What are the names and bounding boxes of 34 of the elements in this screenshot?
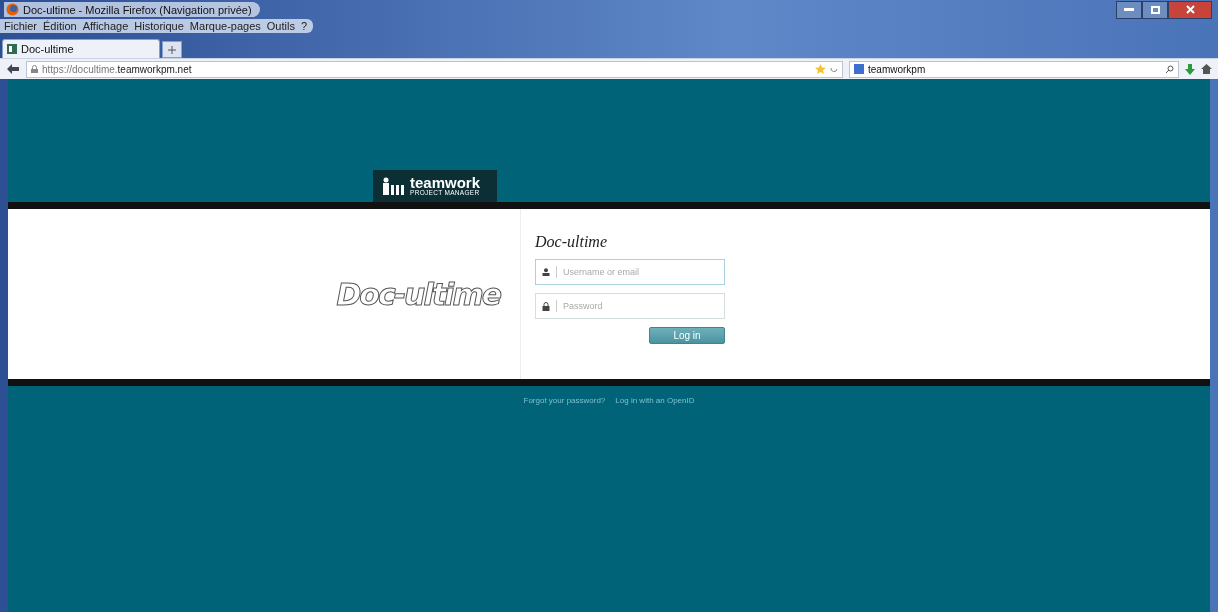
plus-icon [168,45,176,54]
address-field[interactable]: https://docultime.teamworkpm.net [26,60,843,78]
download-arrow-icon[interactable] [1185,63,1195,75]
close-button[interactable] [1168,0,1212,19]
menu-item[interactable]: Outils [266,20,295,32]
home-icon[interactable] [1201,64,1212,74]
search-icon[interactable] [1165,64,1174,74]
maximize-icon [1150,5,1160,14]
tab-label: Doc-ultime [21,43,74,55]
close-icon [1185,5,1195,14]
search-engine-icon [854,64,864,74]
form-title: Doc-ultime [535,233,608,251]
user-icon [542,268,550,276]
window-title: Doc-ultime - Mozilla Firefox (Navigation privée) [4,2,260,17]
browser-tab[interactable]: Doc-ultime [2,39,160,58]
firefox-icon [6,3,19,16]
star-icon[interactable] [815,64,826,74]
menu-item[interactable]: Affichage [82,20,129,32]
search-field[interactable]: teamworkpm [849,60,1179,78]
menu-item[interactable]: Fichier [4,20,37,32]
menu-item[interactable]: Édition [43,20,77,32]
lock-icon [31,65,38,73]
lock-icon [542,301,550,311]
link[interactable]: Forgot your password? [523,396,606,405]
minimize-button[interactable] [1116,0,1142,19]
site-icon [7,44,17,54]
minimize-icon [1124,8,1134,11]
brand-logo: Doc-ultime [335,275,502,314]
back-arrow-icon[interactable] [6,63,20,75]
link[interactable]: Log in with an OpenID [615,396,695,405]
menu-item[interactable]: ? [300,20,308,32]
maximize-button[interactable] [1142,0,1168,19]
menu-item[interactable]: Historique [134,20,184,32]
menu-item[interactable]: Marque-pages [189,20,261,32]
